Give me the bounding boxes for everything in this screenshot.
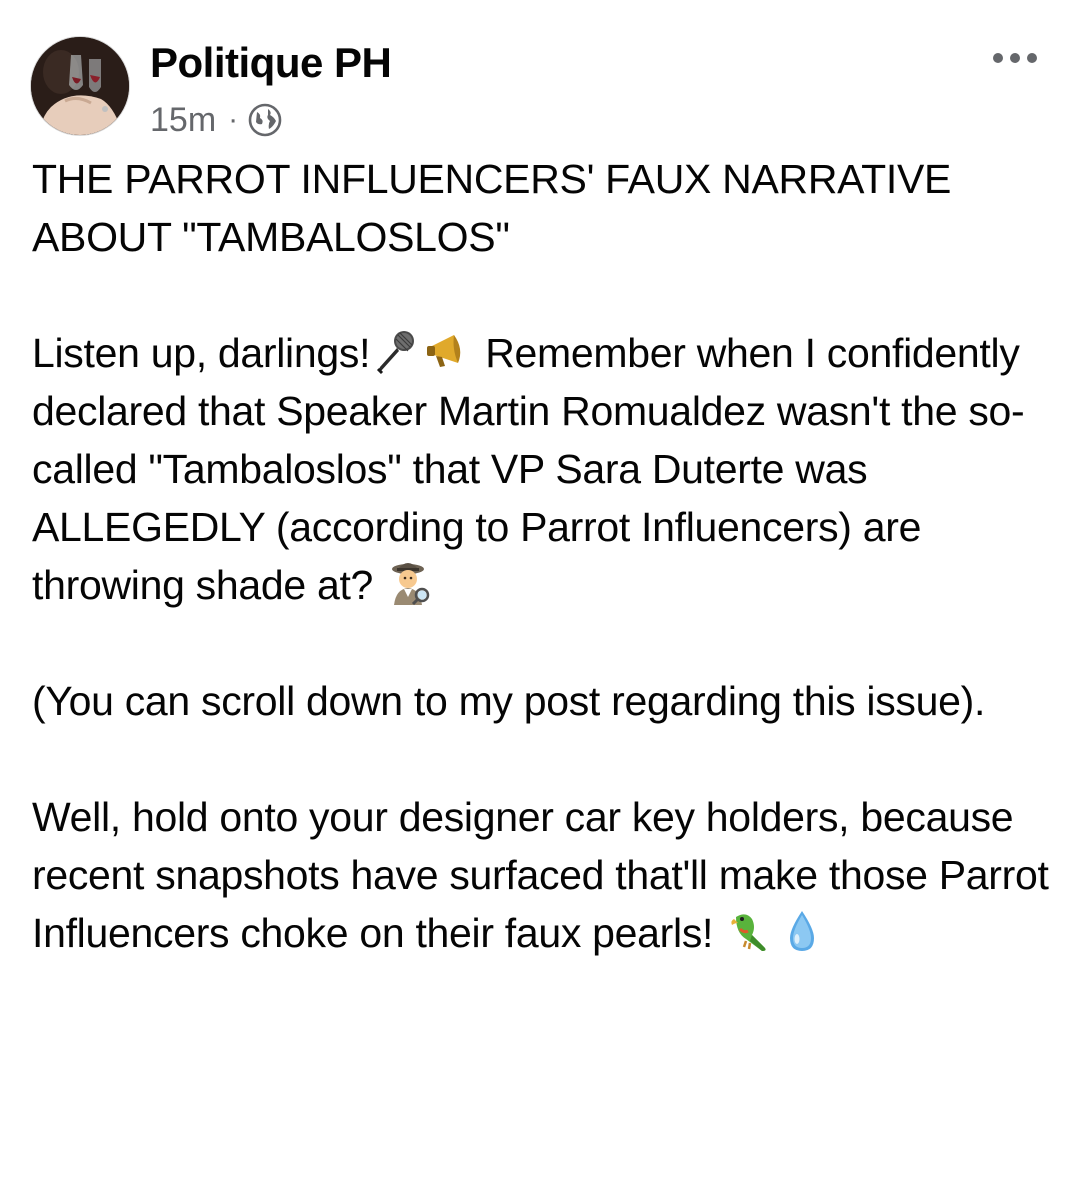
microphone-icon [372, 327, 420, 375]
paragraph-text: Listen up, darlings! [32, 330, 371, 376]
megaphone-icon [424, 327, 472, 375]
parrot-icon [726, 907, 774, 955]
more-options-icon[interactable] [993, 48, 1037, 68]
avatar-image [31, 37, 129, 135]
post-paragraph-3: Well, hold onto your designer car key ho… [32, 788, 1052, 962]
meta-separator: · [228, 103, 239, 136]
post-meta: 15m · [150, 100, 282, 140]
more-dot [993, 53, 1003, 63]
paragraph-text: Well, hold onto your designer car key ho… [32, 794, 1060, 956]
post-header: Politique PH 15m · [30, 36, 1043, 139]
globe-icon[interactable] [248, 103, 282, 137]
page-name[interactable]: Politique PH [150, 38, 392, 88]
facebook-post: Politique PH 15m · THE PARROT INFLUENCER… [0, 0, 1073, 1200]
more-dot [1010, 53, 1020, 63]
droplet-icon [778, 907, 826, 955]
more-dot [1027, 53, 1037, 63]
post-headline: THE PARROT INFLUENCERS' FAUX NARRATIVE A… [32, 156, 960, 260]
post-body: THE PARROT INFLUENCERS' FAUX NARRATIVE A… [32, 150, 1052, 1020]
post-paragraph-1: Listen up, darlings! Remember when I con… [32, 324, 1052, 614]
timestamp[interactable]: 15m [150, 100, 216, 140]
avatar[interactable] [30, 36, 130, 136]
post-paragraph-2: (You can scroll down to my post regardin… [32, 678, 986, 724]
detective-icon [386, 559, 434, 607]
